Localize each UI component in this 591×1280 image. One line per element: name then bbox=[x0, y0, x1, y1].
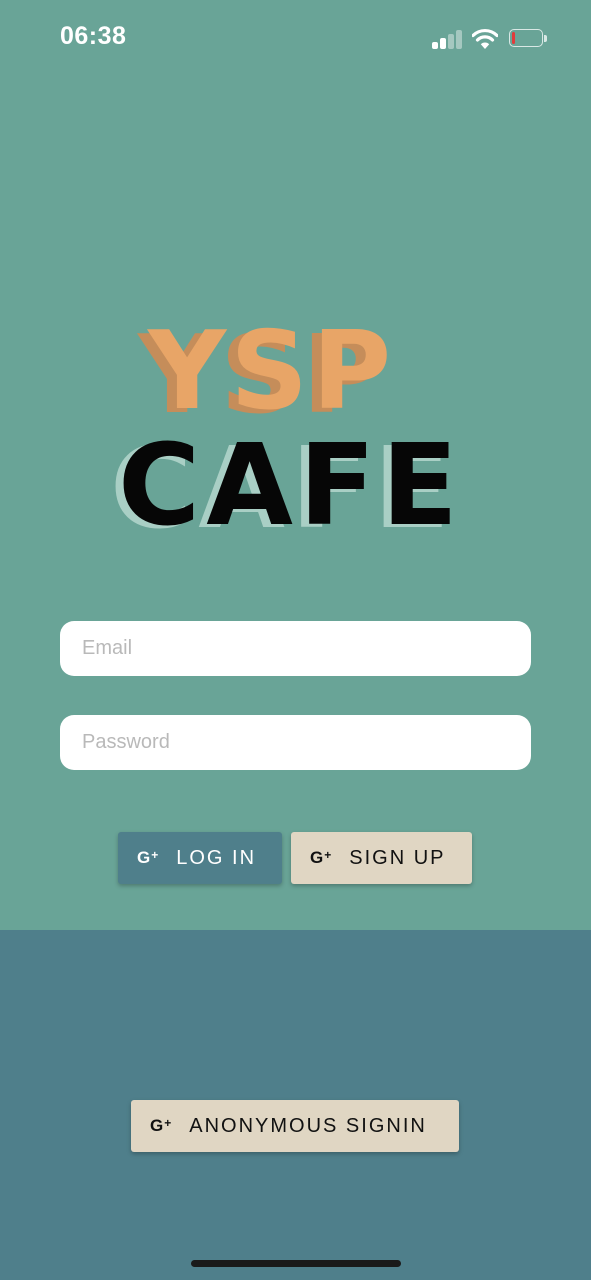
email-field[interactable] bbox=[60, 621, 531, 676]
logo: YSP CAFE bbox=[0, 318, 591, 548]
cellular-signal-icon bbox=[432, 30, 462, 49]
logo-ysp-text: YSP bbox=[148, 309, 396, 434]
status-time: 06:38 bbox=[60, 22, 127, 50]
logo-cafe-text: CAFE bbox=[118, 421, 464, 551]
google-plus-icon: G + bbox=[310, 848, 332, 867]
anonymous-signin-button[interactable]: G + ANONYMOUS SIGNIN bbox=[131, 1100, 459, 1152]
anonymous-signin-label: ANONYMOUS SIGNIN bbox=[189, 1114, 427, 1137]
login-button-label: LOG IN bbox=[176, 846, 257, 869]
signup-button-label: SIGN UP bbox=[349, 846, 446, 869]
login-button[interactable]: G + LOG IN bbox=[118, 832, 282, 884]
battery-low-icon bbox=[509, 29, 549, 49]
wifi-icon bbox=[472, 28, 498, 49]
google-plus-icon: G + bbox=[137, 848, 159, 867]
signup-button[interactable]: G + SIGN UP bbox=[291, 832, 472, 884]
password-field[interactable] bbox=[60, 715, 531, 770]
google-plus-icon: G + bbox=[150, 1116, 172, 1135]
home-indicator bbox=[191, 1260, 401, 1267]
